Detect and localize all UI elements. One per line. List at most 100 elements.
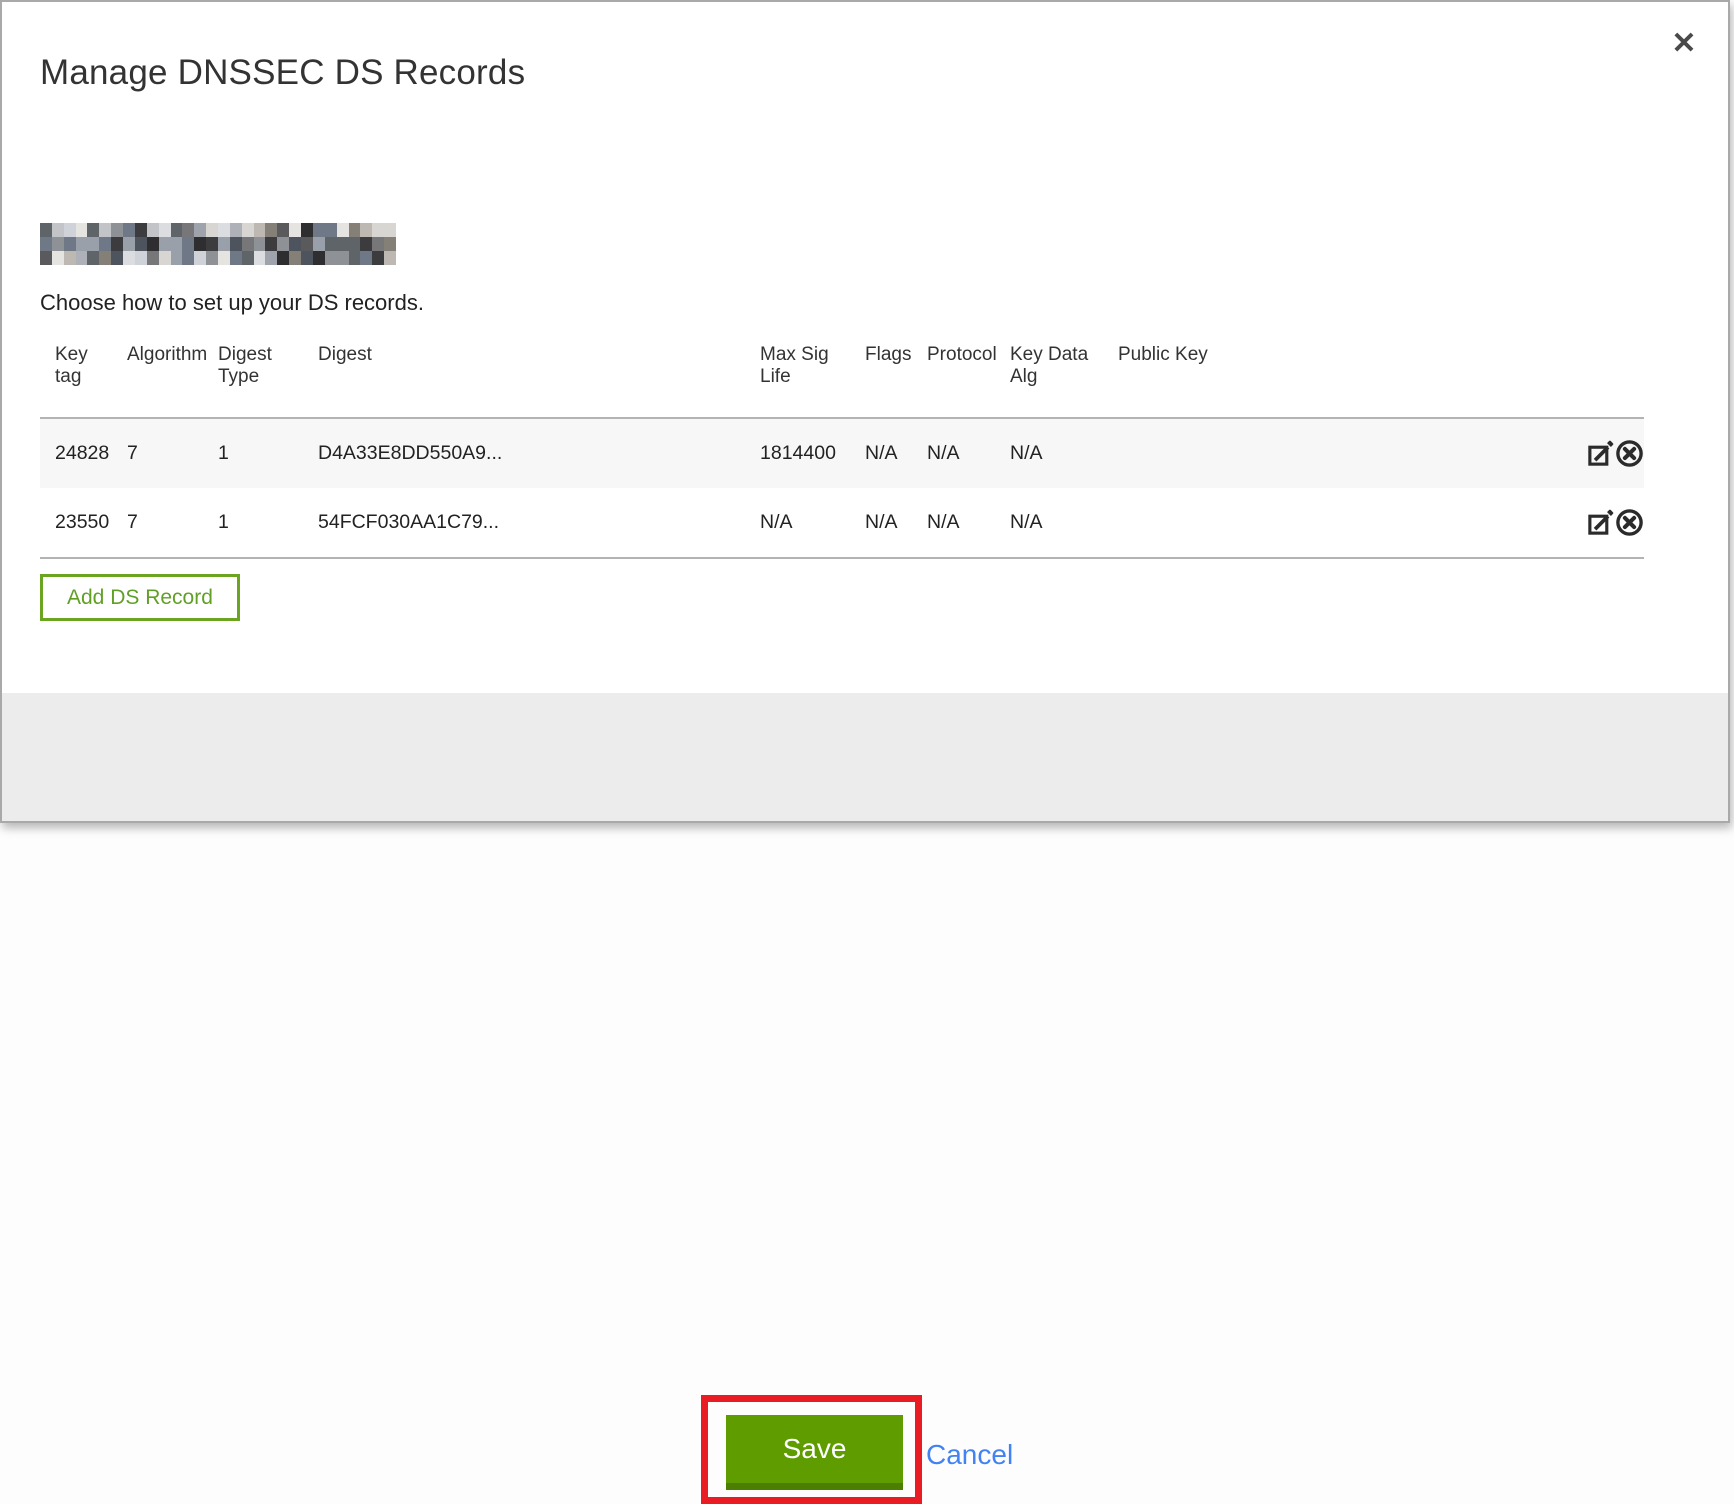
redacted-pixel bbox=[218, 223, 230, 237]
redacted-pixel bbox=[171, 251, 183, 265]
redacted-pixel bbox=[254, 223, 266, 237]
cell-protocol: N/A bbox=[912, 418, 995, 488]
redacted-pixel bbox=[313, 223, 325, 237]
add-ds-record-button[interactable]: Add DS Record bbox=[40, 574, 240, 621]
redacted-pixel bbox=[301, 251, 313, 265]
redacted-pixel bbox=[76, 251, 88, 265]
cell-algorithm: 7 bbox=[112, 488, 203, 558]
redacted-pixel bbox=[277, 251, 289, 265]
cell-max-sig-life: N/A bbox=[745, 488, 850, 558]
redacted-pixel bbox=[230, 223, 242, 237]
redacted-pixel bbox=[206, 223, 218, 237]
cell-flags: N/A bbox=[850, 418, 912, 488]
redacted-pixel bbox=[349, 237, 361, 251]
redacted-pixel bbox=[87, 251, 99, 265]
intro-text: Choose how to set up your DS records. bbox=[40, 290, 424, 316]
redacted-pixel bbox=[360, 237, 372, 251]
ds-records-table: Key tag Algorithm Digest Type Digest Max… bbox=[40, 336, 1644, 559]
redacted-pixel bbox=[349, 251, 361, 265]
redacted-pixel bbox=[159, 251, 171, 265]
redacted-pixel bbox=[194, 237, 206, 251]
redacted-pixel bbox=[325, 237, 337, 251]
redacted-pixel bbox=[242, 223, 254, 237]
table-header-row: Key tag Algorithm Digest Type Digest Max… bbox=[40, 336, 1644, 418]
redacted-pixel bbox=[230, 251, 242, 265]
redacted-pixel bbox=[147, 223, 159, 237]
ds-records-table-wrap: Key tag Algorithm Digest Type Digest Max… bbox=[40, 336, 1644, 559]
redacted-pixel bbox=[277, 237, 289, 251]
redacted-pixel bbox=[147, 237, 159, 251]
cell-key-data-alg: N/A bbox=[995, 488, 1103, 558]
redacted-pixel bbox=[147, 251, 159, 265]
redacted-pixel bbox=[254, 251, 266, 265]
redacted-pixel bbox=[265, 223, 277, 237]
redacted-pixel bbox=[111, 251, 123, 265]
redacted-pixel bbox=[40, 251, 52, 265]
redacted-pixel bbox=[76, 223, 88, 237]
redacted-pixel bbox=[360, 251, 372, 265]
modal-footer: Save Cancel bbox=[2, 693, 1728, 821]
table-row: 23550 7 1 54FCF030AA1C79... N/A N/A N/A … bbox=[40, 488, 1644, 558]
edit-record-icon[interactable] bbox=[1586, 508, 1615, 537]
redacted-pixel bbox=[384, 223, 396, 237]
redacted-pixel bbox=[52, 237, 64, 251]
redacted-pixel bbox=[64, 251, 76, 265]
redacted-pixel bbox=[313, 237, 325, 251]
redacted-pixel bbox=[135, 223, 147, 237]
cell-digest-type: 1 bbox=[203, 418, 303, 488]
col-header-key-tag: Key tag bbox=[40, 336, 112, 418]
redacted-pixel bbox=[301, 223, 313, 237]
redacted-pixel bbox=[87, 237, 99, 251]
redacted-pixel bbox=[52, 223, 64, 237]
redacted-pixel bbox=[384, 237, 396, 251]
redacted-pixel bbox=[313, 251, 325, 265]
redacted-pixel bbox=[337, 237, 349, 251]
redacted-pixel bbox=[242, 251, 254, 265]
row-actions bbox=[1543, 488, 1644, 558]
col-header-digest-type: Digest Type bbox=[203, 336, 303, 418]
redacted-pixel bbox=[171, 237, 183, 251]
cell-protocol: N/A bbox=[912, 488, 995, 558]
redacted-pixel bbox=[265, 251, 277, 265]
redacted-pixel bbox=[254, 237, 266, 251]
redacted-pixel bbox=[289, 251, 301, 265]
redacted-pixel bbox=[159, 223, 171, 237]
col-header-public-key: Public Key bbox=[1103, 336, 1543, 418]
redacted-pixel bbox=[111, 223, 123, 237]
cell-flags: N/A bbox=[850, 488, 912, 558]
redacted-pixel bbox=[182, 223, 194, 237]
cell-max-sig-life: 1814400 bbox=[745, 418, 850, 488]
modal-title: Manage DNSSEC DS Records bbox=[40, 53, 525, 93]
redacted-pixel bbox=[40, 223, 52, 237]
save-button[interactable]: Save bbox=[726, 1415, 903, 1490]
cell-public-key bbox=[1103, 418, 1543, 488]
cancel-link[interactable]: Cancel bbox=[926, 1439, 1013, 1471]
redacted-pixel bbox=[337, 223, 349, 237]
redacted-pixel bbox=[349, 223, 361, 237]
delete-record-icon[interactable] bbox=[1615, 439, 1644, 468]
col-header-digest: Digest bbox=[303, 336, 745, 418]
redacted-pixel bbox=[242, 237, 254, 251]
col-header-key-data-alg: Key Data Alg bbox=[995, 336, 1103, 418]
cell-digest: D4A33E8DD550A9... bbox=[303, 418, 745, 488]
redacted-pixel bbox=[360, 223, 372, 237]
redacted-pixel bbox=[289, 223, 301, 237]
redacted-pixel bbox=[99, 251, 111, 265]
redacted-pixel bbox=[123, 223, 135, 237]
col-header-protocol: Protocol bbox=[912, 336, 995, 418]
redacted-pixel bbox=[265, 237, 277, 251]
redacted-pixel bbox=[325, 223, 337, 237]
close-icon[interactable]: ✕ bbox=[1662, 22, 1706, 66]
redacted-pixel bbox=[64, 237, 76, 251]
redacted-pixel bbox=[325, 251, 337, 265]
cell-key-tag: 24828 bbox=[40, 418, 112, 488]
redacted-pixel bbox=[194, 223, 206, 237]
redacted-pixel bbox=[289, 237, 301, 251]
delete-record-icon[interactable] bbox=[1615, 508, 1644, 537]
edit-record-icon[interactable] bbox=[1586, 439, 1615, 468]
cell-public-key bbox=[1103, 488, 1543, 558]
redacted-pixel bbox=[159, 237, 171, 251]
redacted-pixel bbox=[123, 251, 135, 265]
redacted-domain-name bbox=[40, 223, 396, 265]
redacted-pixel bbox=[206, 237, 218, 251]
